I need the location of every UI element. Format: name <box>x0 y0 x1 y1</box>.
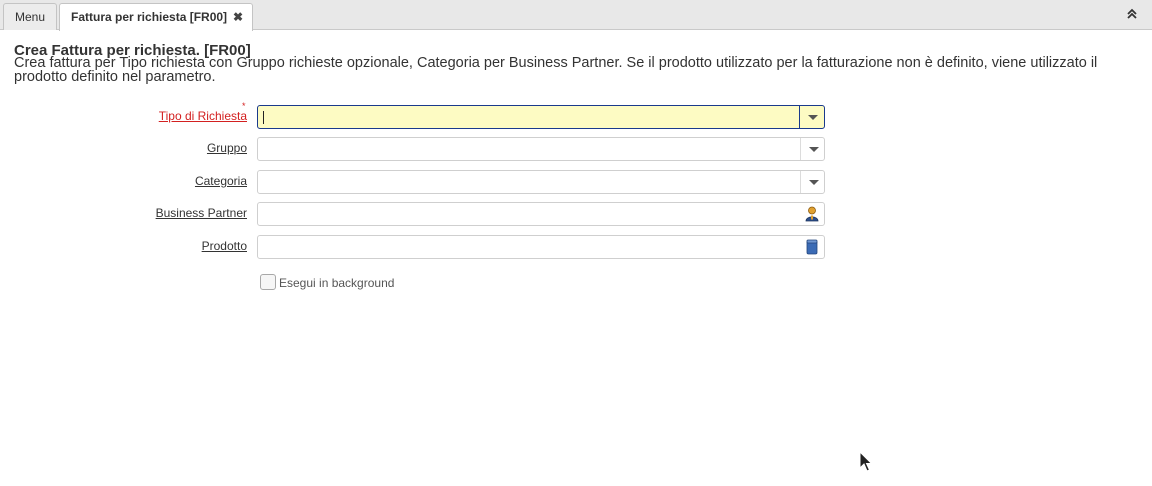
close-icon[interactable]: ✖ <box>233 4 243 30</box>
prodotto-label[interactable]: Prodotto <box>202 239 247 253</box>
business-partner-label[interactable]: Business Partner <box>156 206 247 220</box>
categoria-combobox[interactable] <box>257 170 825 194</box>
prodotto-input[interactable] <box>258 236 800 258</box>
tab-fattura-per-richiesta[interactable]: Fattura per richiesta [FR00] ✖ <box>59 3 253 31</box>
prodotto-search-button[interactable] <box>800 236 824 258</box>
categoria-input[interactable] <box>258 171 800 193</box>
esegui-in-background-checkbox[interactable] <box>260 274 276 290</box>
gruppo-combobox[interactable] <box>257 137 825 161</box>
esegui-in-background-label[interactable]: Esegui in background <box>279 276 394 290</box>
gruppo-dropdown-button[interactable] <box>800 138 824 160</box>
gruppo-label[interactable]: Gruppo <box>207 141 247 155</box>
form-row-business-partner: Business Partner <box>0 202 830 226</box>
form-row-prodotto: Prodotto <box>0 235 830 259</box>
gruppo-input[interactable] <box>258 138 800 160</box>
business-partner-search-button[interactable] <box>800 203 824 225</box>
business-partner-input[interactable] <box>258 203 800 225</box>
categoria-dropdown-button[interactable] <box>800 171 824 193</box>
categoria-label[interactable]: Categoria <box>195 174 247 188</box>
tab-menu[interactable]: Menu <box>3 3 57 30</box>
business-partner-search-field[interactable] <box>257 202 825 226</box>
required-marker: * <box>242 101 246 111</box>
dropdown-icon <box>809 180 819 185</box>
dropdown-icon <box>809 147 819 152</box>
tipo-richiesta-label[interactable]: Tipo di Richiesta <box>159 109 247 123</box>
form-row-categoria: Categoria <box>0 170 830 194</box>
tab-bar: Menu Fattura per richiesta [FR00] ✖ <box>0 0 1152 31</box>
tipo-richiesta-input[interactable] <box>258 106 800 128</box>
collapse-up-icon[interactable] <box>1126 8 1138 20</box>
product-icon <box>806 239 818 255</box>
tipo-richiesta-dropdown-button[interactable] <box>800 106 824 128</box>
tipo-richiesta-combobox[interactable] <box>257 105 825 129</box>
prodotto-search-field[interactable] <box>257 235 825 259</box>
form-row-gruppo: Gruppo <box>0 137 830 161</box>
tab-label: Fattura per richiesta [FR00] <box>71 10 228 24</box>
business-partner-icon <box>805 206 819 222</box>
form-row-tipo-richiesta: Tipo di Richiesta * <box>0 101 830 129</box>
text-cursor <box>263 111 264 124</box>
dropdown-icon <box>808 115 818 120</box>
page-description: Crea fattura per Tipo richiesta con Grup… <box>14 55 1098 85</box>
mouse-pointer-icon <box>859 451 873 472</box>
